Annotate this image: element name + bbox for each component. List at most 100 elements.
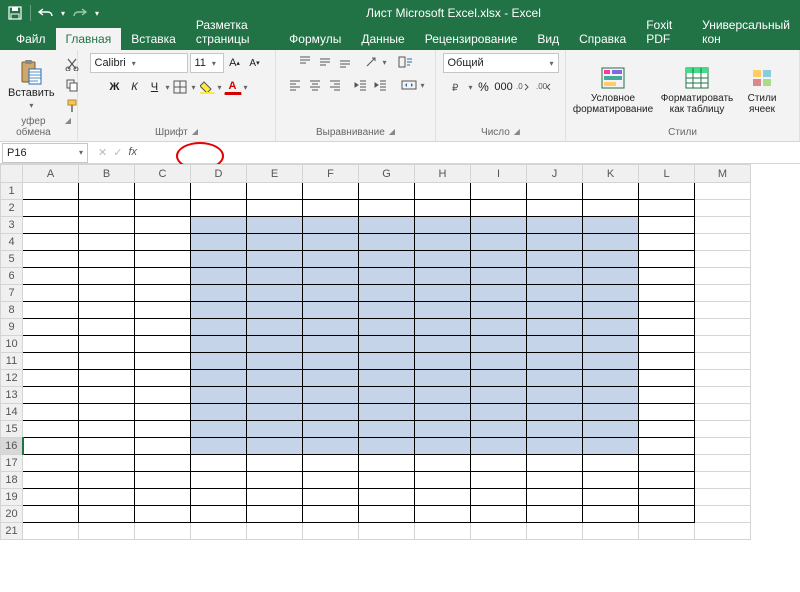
cell[interactable]	[79, 404, 135, 421]
cell[interactable]	[135, 472, 191, 489]
cell[interactable]	[247, 302, 303, 319]
accounting-format-icon[interactable]: ₽	[448, 78, 466, 96]
chevron-down-icon[interactable]: ▾	[59, 4, 67, 22]
cell[interactable]	[583, 421, 639, 438]
cell[interactable]	[79, 438, 135, 455]
cell[interactable]	[415, 200, 471, 217]
cell[interactable]	[583, 353, 639, 370]
cell[interactable]	[471, 268, 527, 285]
increase-decimal-icon[interactable]: .0	[515, 78, 533, 96]
borders-icon[interactable]	[171, 78, 189, 96]
cell[interactable]	[527, 523, 583, 540]
underline-button[interactable]: Ч	[145, 78, 163, 96]
decrease-decimal-icon[interactable]: .00	[535, 78, 553, 96]
cell[interactable]	[527, 183, 583, 200]
cell[interactable]	[695, 200, 751, 217]
cell[interactable]	[583, 285, 639, 302]
bold-button[interactable]: Ж	[105, 78, 123, 96]
cell[interactable]	[359, 421, 415, 438]
fx-icon[interactable]: fx	[128, 146, 137, 159]
cell[interactable]	[583, 523, 639, 540]
undo-icon[interactable]	[37, 4, 55, 22]
cell[interactable]	[191, 217, 247, 234]
decrease-indent-icon[interactable]	[352, 76, 370, 94]
cell[interactable]	[79, 455, 135, 472]
cell[interactable]	[639, 489, 695, 506]
cell[interactable]	[639, 506, 695, 523]
cell[interactable]	[247, 472, 303, 489]
cell[interactable]	[527, 251, 583, 268]
cell[interactable]	[247, 489, 303, 506]
cell[interactable]	[415, 472, 471, 489]
cell[interactable]	[583, 336, 639, 353]
cell[interactable]	[583, 183, 639, 200]
conditional-formatting-button[interactable]: Условное форматирование	[572, 63, 654, 117]
cell[interactable]	[695, 285, 751, 302]
cell[interactable]	[23, 251, 79, 268]
cell[interactable]	[359, 336, 415, 353]
chevron-down-icon[interactable]: ▾	[191, 83, 195, 92]
select-all-corner[interactable]	[1, 165, 23, 183]
redo-icon[interactable]	[71, 4, 89, 22]
grow-font-icon[interactable]: A▴	[226, 54, 244, 72]
cell[interactable]	[527, 387, 583, 404]
cell[interactable]	[471, 438, 527, 455]
cell[interactable]	[23, 387, 79, 404]
cell[interactable]	[583, 268, 639, 285]
cell[interactable]	[303, 438, 359, 455]
cell[interactable]	[583, 438, 639, 455]
cell[interactable]	[359, 200, 415, 217]
cell[interactable]	[303, 370, 359, 387]
cell[interactable]	[359, 455, 415, 472]
cell[interactable]	[247, 455, 303, 472]
cell[interactable]	[191, 302, 247, 319]
dialog-launcher-icon[interactable]: ◢	[65, 116, 71, 138]
cell-styles-button[interactable]: Стили ячеек	[740, 63, 784, 117]
cell[interactable]	[303, 336, 359, 353]
row-header[interactable]: 15	[1, 421, 23, 438]
cell[interactable]	[135, 387, 191, 404]
cell[interactable]	[415, 523, 471, 540]
column-header[interactable]: L	[639, 165, 695, 183]
cell[interactable]	[135, 455, 191, 472]
cell[interactable]	[639, 268, 695, 285]
cell[interactable]	[471, 472, 527, 489]
tab-6[interactable]: Рецензирование	[415, 28, 528, 50]
cell[interactable]	[79, 285, 135, 302]
cell[interactable]	[695, 268, 751, 285]
cell[interactable]	[583, 200, 639, 217]
cell[interactable]	[191, 421, 247, 438]
cell[interactable]	[415, 421, 471, 438]
formula-input[interactable]	[147, 143, 800, 163]
cell[interactable]	[415, 438, 471, 455]
wrap-text-icon[interactable]	[397, 53, 415, 71]
cell[interactable]	[527, 506, 583, 523]
worksheet-grid[interactable]: ABCDEFGHIJKLM123456789101112131415161718…	[0, 164, 800, 592]
cell[interactable]	[583, 217, 639, 234]
cell[interactable]	[303, 302, 359, 319]
cell[interactable]	[527, 438, 583, 455]
row-header[interactable]: 20	[1, 506, 23, 523]
font-name-combo[interactable]: Calibri▾	[90, 53, 188, 73]
cell[interactable]	[639, 472, 695, 489]
chevron-down-icon[interactable]: ▾	[420, 81, 424, 90]
column-header[interactable]: F	[303, 165, 359, 183]
font-color-icon[interactable]: А	[224, 79, 242, 95]
cell[interactable]	[191, 472, 247, 489]
tab-5[interactable]: Данные	[351, 28, 414, 50]
cell[interactable]	[639, 319, 695, 336]
cell[interactable]	[135, 251, 191, 268]
cell[interactable]	[359, 251, 415, 268]
increase-indent-icon[interactable]	[372, 76, 390, 94]
cell[interactable]	[583, 387, 639, 404]
cell[interactable]	[247, 506, 303, 523]
cell[interactable]	[23, 217, 79, 234]
fill-color-icon[interactable]	[198, 78, 216, 96]
cell[interactable]	[191, 404, 247, 421]
cell[interactable]	[79, 302, 135, 319]
cell[interactable]	[527, 421, 583, 438]
cell[interactable]	[359, 370, 415, 387]
column-header[interactable]: I	[471, 165, 527, 183]
cell[interactable]	[359, 217, 415, 234]
cell[interactable]	[695, 302, 751, 319]
